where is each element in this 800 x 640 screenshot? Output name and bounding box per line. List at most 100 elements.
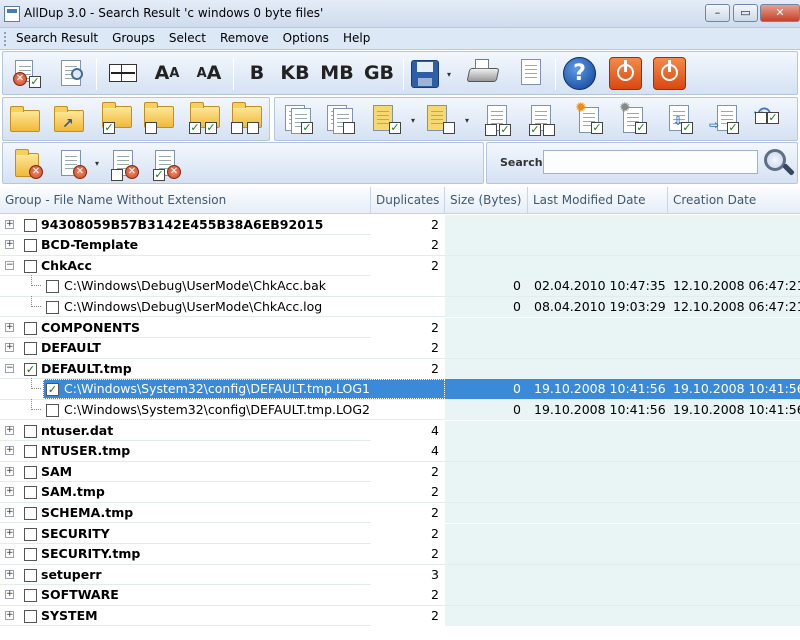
report-icon[interactable] xyxy=(513,54,549,92)
column-header-size[interactable]: Size (Bytes) xyxy=(445,187,528,214)
select-by-name-icon[interactable]: ✓ xyxy=(479,100,515,138)
group-checkbox[interactable] xyxy=(24,239,37,253)
file-checkbox[interactable] xyxy=(46,403,59,417)
select-newer-star-icon[interactable]: ✹ ✓ xyxy=(571,100,607,138)
remove-file-icon[interactable]: ✕ xyxy=(55,145,91,183)
expand-icon[interactable]: + xyxy=(5,487,14,497)
chevron-down-icon[interactable]: ▾ xyxy=(95,159,99,168)
expand-icon[interactable]: + xyxy=(5,446,14,456)
select-last-icon[interactable] xyxy=(321,100,357,138)
group-checkbox[interactable] xyxy=(24,506,37,520)
menu-select[interactable]: Select xyxy=(162,28,213,45)
exit-save-icon[interactable] xyxy=(607,54,643,92)
results-grid[interactable]: Group - File Name Without Extension Dupl… xyxy=(0,187,800,640)
expand-icon[interactable]: + xyxy=(5,549,14,559)
collapse-icon[interactable]: − xyxy=(5,260,14,270)
open-folder-icon[interactable]: ↗ xyxy=(51,100,87,138)
group-row[interactable]: + DEFAULT 2 xyxy=(0,338,800,359)
group-checkbox[interactable] xyxy=(24,486,37,500)
group-row[interactable]: + setuperr 3 xyxy=(0,564,800,586)
remove-group-icon[interactable]: ✕ xyxy=(11,145,47,183)
select-folder-all-icon[interactable]: ✓ ✓ xyxy=(187,100,223,138)
menu-groups[interactable]: Groups xyxy=(105,28,162,45)
expand-icon[interactable]: + xyxy=(5,466,14,476)
group-checkbox[interactable] xyxy=(24,465,37,479)
group-row[interactable]: + SAM 2 xyxy=(0,461,800,483)
size-kb-button[interactable]: KB xyxy=(277,54,313,92)
group-row[interactable]: + SCHEMA.tmp 2 xyxy=(0,502,800,524)
group-row[interactable]: + SAM.tmp 2 xyxy=(0,482,800,503)
group-row[interactable]: + SECURITY 2 xyxy=(0,523,800,545)
menu-options[interactable]: Options xyxy=(276,28,336,45)
select-newest-icon[interactable]: ✓ xyxy=(369,100,405,138)
font-decrease-button[interactable]: AA xyxy=(191,54,227,92)
power-exit-icon[interactable] xyxy=(651,54,687,92)
chevron-down-icon[interactable]: ▾ xyxy=(411,116,415,125)
file-checkbox[interactable] xyxy=(46,280,59,294)
collapse-icon[interactable]: − xyxy=(5,363,14,373)
size-mb-button[interactable]: MB xyxy=(319,54,355,92)
group-checkbox[interactable] xyxy=(24,568,37,582)
expand-icon[interactable]: + xyxy=(5,219,14,229)
title-bar[interactable]: AllDup 3.0 - Search Result 'c windows 0 … xyxy=(0,0,800,28)
select-folder-none-icon[interactable] xyxy=(229,100,265,138)
group-row[interactable]: + SYSTEM 2 xyxy=(0,605,800,627)
invert-selection-icon[interactable]: ⟲✓ xyxy=(749,100,785,138)
chevron-down-icon[interactable]: ▾ xyxy=(447,70,451,79)
expand-icon[interactable]: + xyxy=(5,322,14,332)
expand-icon[interactable]: + xyxy=(5,528,14,538)
preview-file-button[interactable] xyxy=(53,54,89,92)
close-button[interactable]: ✕ xyxy=(760,4,800,22)
column-header-group[interactable]: Group - File Name Without Extension xyxy=(0,187,371,214)
size-gb-button[interactable]: GB xyxy=(361,54,397,92)
group-checkbox[interactable]: ✓ xyxy=(24,362,37,376)
select-by-path-icon[interactable]: ✓ xyxy=(523,100,559,138)
group-checkbox[interactable] xyxy=(24,548,37,562)
select-oldest-icon[interactable] xyxy=(423,100,459,138)
group-row[interactable]: − ✓ DEFAULT.tmp 2 xyxy=(0,358,800,380)
maximize-button[interactable]: ▭ xyxy=(733,4,758,22)
file-row[interactable]: C:\Windows\Debug\UserMode\ChkAcc.log 0 08.… xyxy=(0,295,800,318)
menu-search-result[interactable]: Search Result xyxy=(9,28,105,45)
group-checkbox[interactable] xyxy=(24,424,37,438)
folder-icon[interactable] xyxy=(7,100,43,138)
expand-icon[interactable]: + xyxy=(5,610,14,620)
expand-icon[interactable]: + xyxy=(5,590,14,600)
print-icon[interactable] xyxy=(465,54,501,92)
save-icon[interactable] xyxy=(407,54,443,92)
select-folder-unchecked-icon[interactable] xyxy=(141,100,177,138)
select-first-icon[interactable]: ✓ xyxy=(279,100,315,138)
remove-checked-icon[interactable]: ✓ ✕ xyxy=(149,145,185,183)
select-folder-checked-icon[interactable]: ✓ xyxy=(99,100,135,138)
group-row[interactable]: + NTUSER.tmp 4 xyxy=(0,441,800,462)
font-increase-button[interactable]: AA xyxy=(149,54,185,92)
group-row[interactable]: − ChkAcc 2 xyxy=(0,255,800,277)
select-right-arrow-icon[interactable]: ⇨ ✓ xyxy=(705,100,741,138)
remove-files-button[interactable]: ✓ ✕ xyxy=(9,54,45,92)
remove-unchecked-icon[interactable]: ✕ xyxy=(107,145,143,183)
group-checkbox[interactable] xyxy=(24,589,37,603)
file-row[interactable]: ✓ C:\Windows\System32\config\DEFAULT.tmp.… xyxy=(0,378,800,400)
search-icon[interactable] xyxy=(762,147,796,179)
group-checkbox[interactable] xyxy=(24,218,37,232)
group-row[interactable]: + SECURITY.tmp 2 xyxy=(0,544,800,565)
group-row[interactable]: + ntuser.dat 4 xyxy=(0,420,800,442)
file-row[interactable]: C:\Windows\System32\config\DEFAULT.tmp.L… xyxy=(0,398,800,421)
column-header-created[interactable]: Creation Date xyxy=(668,187,800,214)
help-icon[interactable]: ? xyxy=(561,54,597,92)
group-checkbox[interactable] xyxy=(24,445,37,459)
group-checkbox[interactable] xyxy=(24,321,37,335)
size-bytes-button[interactable]: B xyxy=(239,54,275,92)
expand-icon[interactable]: + xyxy=(5,507,14,517)
group-row[interactable]: + SOFTWARE 2 xyxy=(0,585,800,606)
column-header-duplicates[interactable]: Duplicates xyxy=(371,187,445,214)
select-down-arrow-icon[interactable]: ⇩ ✓ xyxy=(661,100,697,138)
file-checkbox[interactable] xyxy=(46,300,59,314)
group-row[interactable]: + BCD-Template 2 xyxy=(0,235,800,256)
column-header-modified[interactable]: Last Modified Date xyxy=(528,187,668,214)
group-row[interactable]: +94308059B57B3142E455B38A6EB92015 2 xyxy=(0,214,800,236)
select-older-star-icon[interactable]: ✹ ✓ xyxy=(615,100,651,138)
search-input[interactable] xyxy=(543,150,758,174)
column-width-button[interactable] xyxy=(105,54,141,92)
menu-remove[interactable]: Remove xyxy=(213,28,276,45)
